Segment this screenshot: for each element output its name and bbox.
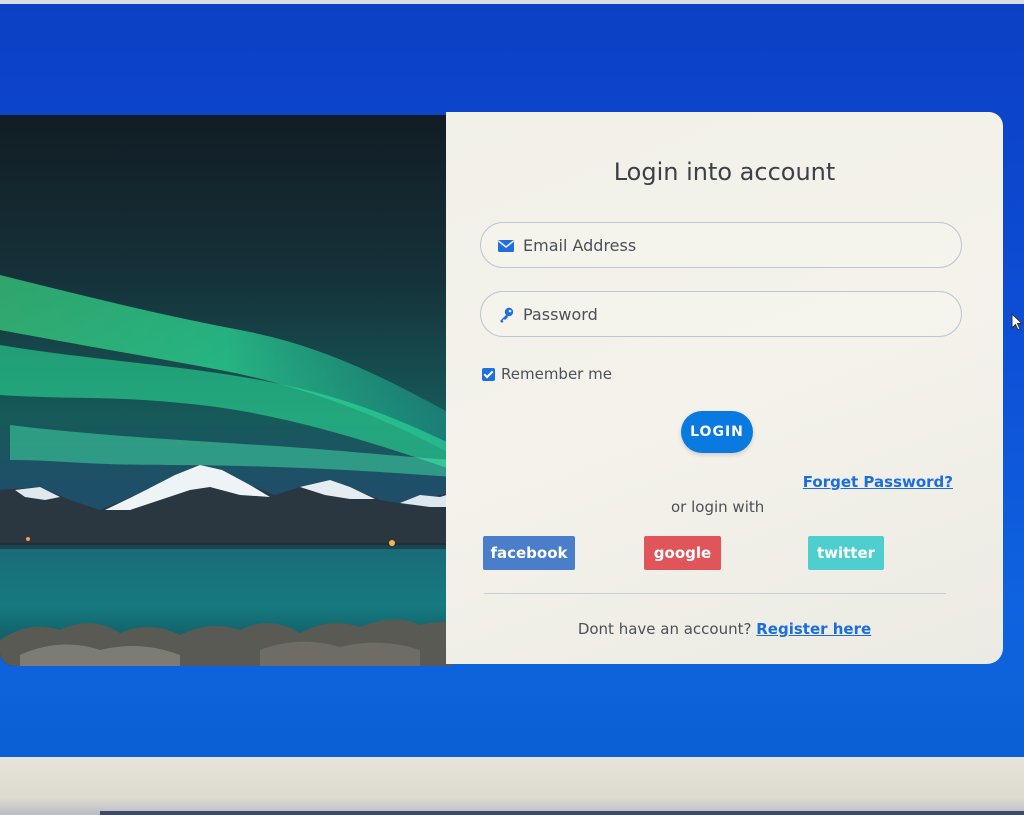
facebook-login-button[interactable]: facebook	[483, 536, 575, 570]
envelope-icon	[497, 237, 515, 255]
email-field[interactable]: Email Address	[480, 222, 962, 268]
register-link[interactable]: Register here	[756, 620, 871, 638]
remember-me[interactable]: Remember me	[482, 365, 612, 383]
remember-label: Remember me	[501, 365, 612, 383]
mouse-pointer-icon	[1011, 313, 1023, 331]
top-edge	[0, 0, 1024, 4]
login-panel: Login into account Email Address Passwor…	[446, 112, 1003, 664]
login-card: Login into account Email Address Passwor…	[0, 112, 1003, 666]
divider	[484, 593, 946, 594]
password-placeholder: Password	[523, 305, 598, 324]
page-title: Login into account	[613, 158, 836, 186]
login-button[interactable]: LOGIN	[681, 411, 753, 453]
twitter-login-button[interactable]: twitter	[808, 536, 884, 570]
register-prompt: Dont have an account? Register here	[446, 620, 1003, 638]
aurora-landscape-image	[0, 115, 453, 666]
forgot-password-link[interactable]: Forget Password?	[803, 473, 953, 491]
email-placeholder: Email Address	[523, 236, 637, 255]
screen: Login into account Email Address Passwor…	[0, 0, 1024, 815]
or-login-with-text: or login with	[671, 498, 765, 516]
password-field[interactable]: Password	[480, 291, 962, 337]
remember-checkbox[interactable]	[482, 367, 495, 381]
monitor-bezel	[0, 757, 1024, 815]
key-icon	[497, 306, 515, 324]
google-login-button[interactable]: google	[644, 536, 721, 570]
no-account-text: Dont have an account?	[577, 620, 752, 638]
